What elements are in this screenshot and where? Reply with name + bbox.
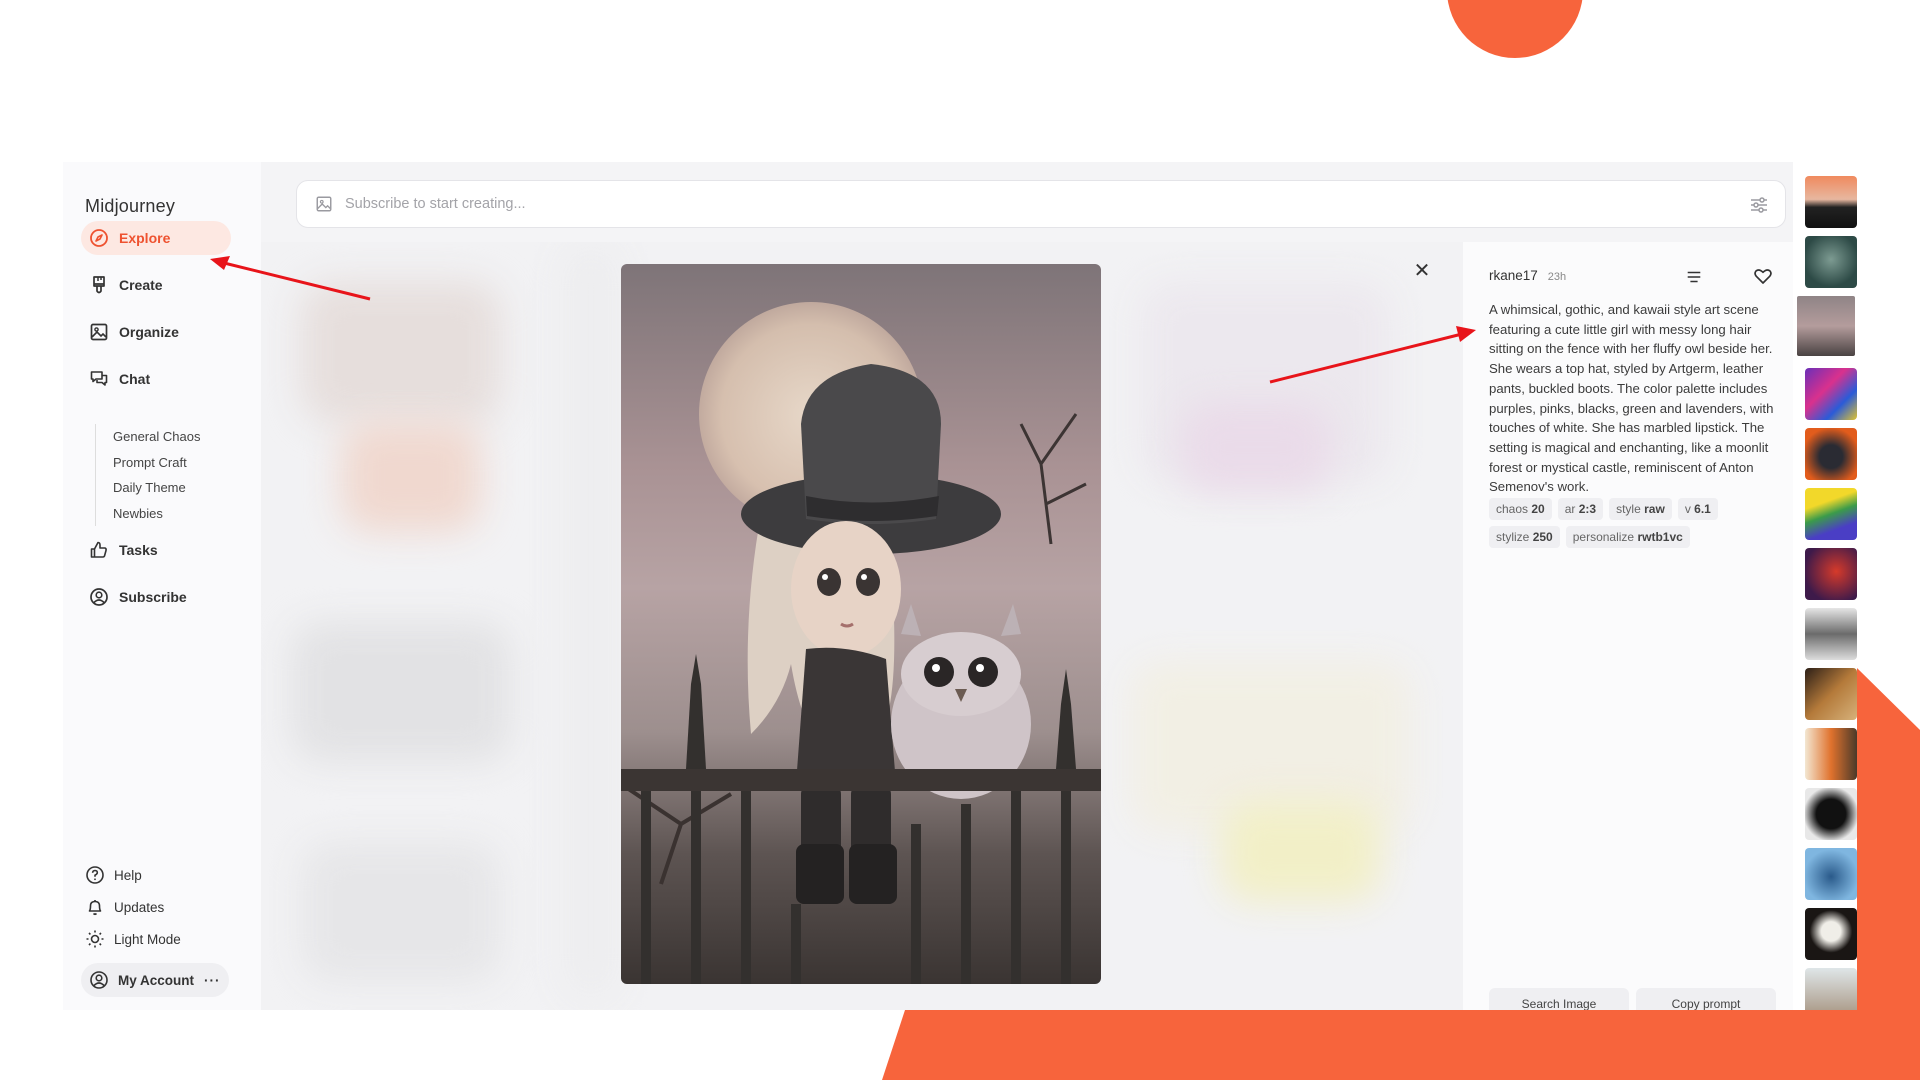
copy-prompt-button[interactable]: Copy prompt (1636, 988, 1776, 1010)
thumbnail[interactable] (1805, 908, 1857, 960)
sidebar-item-label: Organize (119, 324, 179, 340)
more-options-icon[interactable]: ··· (204, 973, 221, 988)
main-content: ✕ rkane17 23h A whimsical, gothic, and k… (261, 162, 1857, 1010)
param-tag-personalize[interactable]: personalize rwtb1vc (1565, 526, 1690, 548)
sidebar-item-label: Help (114, 867, 142, 883)
sidebar-item-organize[interactable]: Organize (81, 315, 189, 349)
thumbnail[interactable] (1805, 728, 1857, 780)
sidebar-item-create[interactable]: Create (81, 268, 173, 302)
sidebar: Midjourney Explore Create Organize Chat … (63, 162, 261, 1010)
thumbnail[interactable] (1805, 176, 1857, 228)
sidebar-item-label: Tasks (119, 542, 158, 558)
author-row: rkane17 23h (1489, 268, 1566, 283)
brush-icon (93, 276, 105, 294)
chat-room-daily-theme[interactable]: Daily Theme (113, 475, 200, 501)
decorative-circle (1447, 0, 1583, 58)
thumbnail[interactable] (1805, 488, 1857, 540)
author-name[interactable]: rkane17 (1489, 268, 1538, 283)
chat-room-newbies[interactable]: Newbies (113, 501, 200, 527)
sidebar-item-chat[interactable]: Chat (81, 362, 160, 396)
sidebar-item-subscribe[interactable]: Subscribe (81, 580, 197, 614)
search-image-button[interactable]: Search Image (1489, 988, 1629, 1010)
chat-room-prompt-craft[interactable]: Prompt Craft (113, 450, 200, 476)
chat-icon (90, 371, 108, 386)
thumbnail-selected[interactable] (1795, 294, 1857, 358)
chat-room-general-chaos[interactable]: General Chaos (113, 424, 200, 450)
param-tag-style[interactable]: style raw (1609, 498, 1672, 520)
param-tag-stylize[interactable]: stylize 250 (1489, 526, 1560, 548)
my-account-button[interactable]: My Account ··· (81, 963, 229, 997)
param-tag-version[interactable]: v 6.1 (1677, 498, 1718, 520)
sidebar-item-label: Explore (119, 230, 171, 246)
sidebar-item-label: Subscribe (119, 589, 187, 605)
sidebar-item-label: Updates (114, 899, 165, 915)
image-details-panel: rkane17 23h A whimsical, gothic, and kaw… (1463, 242, 1793, 1010)
thumbnail[interactable] (1805, 848, 1857, 900)
midjourney-window: Midjourney Explore Create Organize Chat … (63, 162, 1857, 1010)
sidebar-item-light-mode[interactable]: Light Mode (85, 926, 181, 952)
account-label: My Account (118, 972, 195, 988)
image-icon (90, 323, 108, 341)
thumbnail[interactable] (1805, 608, 1857, 660)
help-icon (86, 866, 104, 884)
list-icon[interactable] (1685, 268, 1703, 286)
bell-icon (88, 900, 102, 916)
compass-icon (90, 229, 108, 247)
post-time: 23h (1547, 271, 1567, 283)
thumbnail[interactable] (1805, 788, 1857, 840)
brand-logo[interactable]: Midjourney (85, 196, 175, 217)
heart-icon[interactable] (1753, 266, 1773, 286)
prompt-text: A whimsical, gothic, and kawaii style ar… (1489, 302, 1774, 495)
thumbnail[interactable] (1805, 236, 1857, 288)
artwork-girl-owl-illustration (621, 302, 1101, 984)
selected-artwork[interactable] (621, 264, 1101, 984)
user-circle-icon (90, 971, 108, 989)
image-icon (316, 196, 332, 212)
sidebar-item-explore[interactable]: Explore (81, 221, 231, 255)
sidebar-item-label: Create (119, 277, 163, 293)
chat-room-list: General Chaos Prompt Craft Daily Theme N… (95, 424, 200, 526)
thumbnail[interactable] (1805, 968, 1857, 1010)
thumbnail[interactable] (1805, 548, 1857, 600)
param-tag-ar[interactable]: ar 2:3 (1557, 498, 1604, 520)
sidebar-item-help[interactable]: Help (85, 862, 142, 888)
decorative-corner-shape (1857, 668, 1920, 1010)
sidebar-item-label: Chat (119, 371, 151, 387)
thumbnail-strip (1793, 162, 1857, 1010)
prompt-bar (296, 180, 1786, 228)
param-tag-chaos[interactable]: chaos 20 (1489, 498, 1552, 520)
thumbs-up-icon (90, 541, 107, 558)
settings-sliders-icon[interactable] (1749, 195, 1769, 215)
thumbnail[interactable] (1805, 668, 1857, 720)
close-viewer-button[interactable]: ✕ (1411, 260, 1433, 282)
sun-icon (86, 930, 104, 948)
sidebar-item-label: Light Mode (114, 931, 181, 947)
sidebar-item-updates[interactable]: Updates (85, 894, 164, 920)
parameter-tags: chaos 20 ar 2:3 style raw v 6.1 stylize … (1489, 498, 1789, 548)
decorative-bottom-mask (0, 1010, 905, 1080)
thumbnail[interactable] (1805, 368, 1857, 420)
prompt-input[interactable] (345, 196, 1725, 212)
sidebar-item-tasks[interactable]: Tasks (81, 533, 168, 567)
thumbnail[interactable] (1805, 428, 1857, 480)
user-circle-icon (90, 588, 108, 606)
